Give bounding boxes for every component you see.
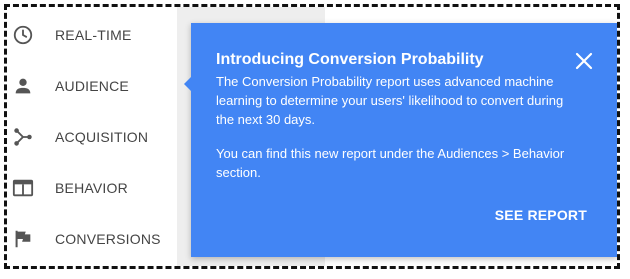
popup-location-hint: You can find this new report under the A… — [216, 146, 565, 180]
chevron-right-icon — [619, 181, 620, 197]
person-icon — [11, 74, 35, 98]
close-icon — [575, 52, 593, 74]
close-button[interactable] — [575, 52, 593, 70]
sidebar-item-label: REAL-TIME — [55, 27, 132, 43]
sidebar-item-label: CONVERSIONS — [55, 231, 161, 247]
popup-description: The Conversion Probability report uses a… — [216, 74, 564, 127]
sidebar-item-conversions[interactable]: CONVERSIONS — [7, 219, 177, 259]
clock-icon — [11, 23, 35, 47]
popup-pointer-arrow — [184, 77, 191, 91]
conversion-probability-popup: Introducing Conversion Probability The C… — [184, 23, 617, 257]
sidebar-item-label: ACQUISITION — [55, 129, 149, 145]
see-report-button[interactable]: SEE REPORT — [495, 207, 587, 223]
flag-icon — [11, 227, 35, 251]
sidebar-item-label: AUDIENCE — [55, 78, 129, 94]
screenshot-frame: REAL-TIME AUDIENCE ACQUISITION BEHAVIOR … — [4, 4, 620, 269]
sidebar-item-label: BEHAVIOR — [55, 180, 128, 196]
sidebar-nav: REAL-TIME AUDIENCE ACQUISITION BEHAVIOR … — [7, 7, 177, 266]
sidebar-item-real-time[interactable]: REAL-TIME — [7, 15, 177, 55]
sidebar-item-behavior[interactable]: BEHAVIOR — [7, 168, 177, 208]
popup-title: Introducing Conversion Probability — [216, 51, 484, 68]
sidebar-item-audience[interactable]: AUDIENCE — [7, 66, 177, 106]
sidebar-item-acquisition[interactable]: ACQUISITION — [7, 117, 177, 157]
behavior-window-icon — [11, 176, 35, 200]
acquisition-branch-icon — [11, 125, 35, 149]
